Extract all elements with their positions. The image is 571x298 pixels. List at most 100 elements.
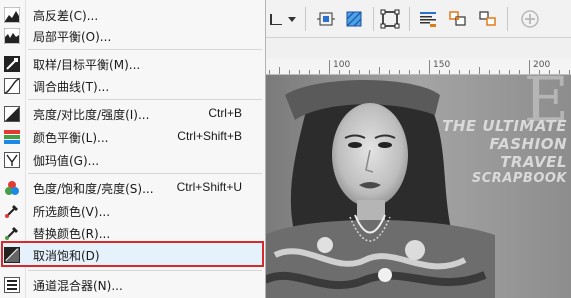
ruler-tick — [569, 70, 570, 74]
menu-item-tone-curve[interactable]: 调合曲线(T)... — [0, 74, 264, 97]
ruler-tick — [509, 70, 510, 74]
document-canvas[interactable]: E THE ULTIMATE FASHION TRAVEL SCRAPBOOK — [265, 75, 571, 298]
headline-line: THE ULTIMATE — [442, 117, 567, 135]
text-align-icon — [420, 12, 436, 27]
channel-mixer-icon — [3, 276, 20, 293]
replace-color-icon — [3, 224, 20, 241]
menu-item-gamma[interactable]: 伽玛值(G)... — [0, 148, 264, 171]
adjust-submenu: 高反差(C)... 局部平衡(O)... 取样/目标平衡(M)... 调合曲线(… — [0, 0, 266, 298]
headline-line: TRAVEL — [500, 153, 567, 171]
high-contrast-icon — [3, 6, 20, 23]
frame-button[interactable] — [377, 6, 403, 32]
ruler-tick — [549, 70, 550, 74]
ruler-tick — [339, 70, 340, 74]
tone-curve-icon — [3, 77, 20, 94]
ruler-tick — [429, 60, 430, 74]
ruler-tick — [389, 70, 390, 74]
menu-item-label: 调合曲线(T)... — [33, 80, 110, 94]
gamma-icon — [3, 151, 20, 168]
ruler-tick — [359, 70, 360, 74]
ruler-tick — [299, 70, 300, 74]
align-node-icon — [317, 12, 335, 26]
plus-circle-icon — [521, 10, 539, 28]
menu-item-label: 高反差(C)... — [33, 9, 99, 23]
ruler-label: 100 — [333, 60, 351, 70]
menu-separator — [28, 173, 262, 174]
bounding-box-icon — [380, 9, 400, 29]
arrange-objects-icon — [449, 11, 466, 26]
selective-color-icon — [3, 202, 20, 219]
local-equalization-icon — [3, 27, 20, 44]
ruler-tick — [279, 67, 280, 74]
ruler-tick — [349, 70, 350, 74]
ruler-tick — [399, 70, 400, 74]
menu-item-shortcut: Ctrl+Shift+U — [176, 180, 242, 194]
ruler-tick — [379, 67, 380, 74]
menu-item-shortcut: Ctrl+B — [208, 106, 242, 120]
ruler-tick — [329, 60, 330, 74]
underline-icon — [270, 14, 282, 25]
menu-item-label: 局部平衡(O)... — [33, 30, 112, 44]
menu-item-label: 通道混合器(N)... — [33, 279, 123, 293]
docker-strip — [265, 38, 571, 58]
ruler-tick — [529, 60, 530, 74]
menu-item-channel-mixer[interactable]: 通道混合器(N)... — [0, 273, 264, 296]
ruler-tick — [449, 70, 450, 74]
pattern-fill-button[interactable] — [341, 6, 367, 32]
ruler-tick — [419, 70, 420, 74]
toolbar-separator — [305, 7, 306, 31]
menu-item-label: 替换颜色(R)... — [33, 227, 111, 241]
ruler-tick — [409, 70, 410, 74]
ruler-tick — [499, 70, 500, 74]
menu-item-label: 亮度/对比度/强度(I)... — [33, 108, 150, 122]
sample-target-icon — [3, 55, 20, 72]
ruler-tick — [539, 70, 540, 74]
brightness-contrast-icon — [3, 105, 20, 122]
menu-item-label: 颜色平衡(L)... — [33, 131, 109, 145]
menu-item-brightness-contrast[interactable]: 亮度/对比度/强度(I)... Ctrl+B — [0, 102, 264, 125]
menu-item-color-balance[interactable]: 颜色平衡(L)... Ctrl+Shift+B — [0, 125, 264, 148]
text-wrap-button[interactable] — [415, 6, 441, 32]
ruler-tick — [519, 70, 520, 74]
menu-item-sample-target-balance[interactable]: 取样/目标平衡(M)... — [0, 52, 264, 75]
dropdown-arrow-button[interactable] — [283, 6, 301, 32]
headline-line: SCRAPBOOK — [471, 171, 567, 186]
chevron-down-icon — [288, 17, 296, 22]
toolbar-separator — [409, 7, 410, 31]
menu-separator — [28, 270, 262, 271]
menu-item-hue-saturation[interactable]: 色度/饱和度/亮度(S)... Ctrl+Shift+U — [0, 176, 264, 199]
object-order-button[interactable] — [445, 6, 471, 32]
ruler-tick — [559, 70, 560, 74]
menu-separator — [28, 99, 262, 100]
color-balance-icon — [3, 128, 20, 145]
ruler-tick — [289, 70, 290, 74]
menu-item-label: 所选颜色(V)... — [33, 205, 111, 219]
ruler-label: 150 — [433, 60, 451, 70]
menu-item-local-equalization[interactable]: 局部平衡(O)... — [0, 24, 264, 47]
horizontal-ruler[interactable]: 100 150 200 — [265, 58, 571, 75]
ruler-tick — [469, 70, 470, 74]
hue-saturation-icon — [3, 179, 20, 196]
position-button[interactable] — [313, 6, 339, 32]
menu-separator — [28, 49, 262, 50]
ruler-tick — [369, 70, 370, 74]
headline-line: FASHION — [489, 135, 567, 153]
toolbar-separator — [507, 7, 508, 31]
toolbar-separator — [373, 7, 374, 31]
ruler-tick — [439, 70, 440, 74]
ruler-tick — [489, 70, 490, 74]
menu-item-shortcut: Ctrl+Shift+B — [177, 129, 242, 143]
pattern-fill-icon — [346, 11, 362, 27]
ruler-tick — [479, 67, 480, 74]
menu-item-selective-color[interactable]: 所选颜色(V)... — [0, 199, 264, 222]
add-button[interactable] — [517, 6, 543, 32]
ruler-label: 200 — [533, 60, 551, 70]
menu-item-label: 取样/目标平衡(M)... — [33, 58, 141, 72]
ruler-tick — [269, 70, 270, 74]
ruler-tick — [309, 70, 310, 74]
combine-button[interactable] — [475, 6, 501, 32]
ruler-tick — [459, 70, 460, 74]
highlight-annotation-box — [1, 241, 264, 267]
menu-item-high-contrast[interactable]: 高反差(C)... — [0, 3, 264, 26]
menu-item-label: 伽玛值(G)... — [33, 154, 100, 168]
